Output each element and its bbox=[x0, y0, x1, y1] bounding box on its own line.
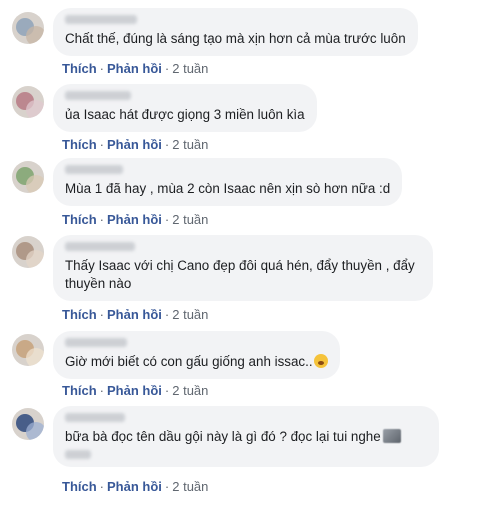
like-link[interactable]: Thích bbox=[62, 479, 97, 494]
reply-link[interactable]: Phản hồi bbox=[107, 383, 162, 398]
avatar[interactable] bbox=[12, 408, 44, 440]
separator-dot: · bbox=[164, 383, 170, 398]
grimace-emoji-icon bbox=[313, 354, 328, 368]
separator-dot: · bbox=[99, 383, 105, 398]
commenter-name-redacted[interactable] bbox=[65, 413, 125, 422]
comment-text-content: Giờ mới biết có con gấu giống anh issac.… bbox=[65, 354, 313, 369]
avatar-shape bbox=[26, 348, 44, 366]
avatar-shape bbox=[26, 100, 44, 118]
redacted-text bbox=[65, 450, 91, 459]
comment-text: bữa bà đọc tên dầu gội này là gì đó ? đọ… bbox=[65, 428, 427, 446]
avatar-shape bbox=[26, 422, 44, 440]
reply-link[interactable]: Phản hồi bbox=[107, 61, 162, 76]
separator-dot: · bbox=[164, 479, 170, 494]
avatar-shape bbox=[26, 175, 44, 193]
comment-timestamp[interactable]: 2 tuần bbox=[172, 383, 208, 398]
separator-dot: · bbox=[99, 61, 105, 76]
separator-dot: · bbox=[99, 137, 105, 152]
comment-bubble: Mùa 1 đã hay , mùa 2 còn Isaac nên xịn s… bbox=[53, 158, 403, 206]
avatar-shape bbox=[26, 250, 44, 268]
comment-timestamp[interactable]: 2 tuần bbox=[172, 212, 208, 227]
commenter-name-redacted[interactable] bbox=[65, 338, 127, 347]
separator-dot: · bbox=[99, 212, 105, 227]
like-link[interactable]: Thích bbox=[62, 383, 97, 398]
comment-text: Mùa 1 đã hay , mùa 2 còn Isaac nên xịn s… bbox=[65, 181, 391, 196]
avatar[interactable] bbox=[12, 86, 44, 118]
avatar[interactable] bbox=[12, 236, 44, 268]
reply-link[interactable]: Phản hồi bbox=[107, 137, 162, 152]
comment-bubble: bữa bà đọc tên dầu gội này là gì đó ? đọ… bbox=[53, 406, 439, 467]
separator-dot: · bbox=[99, 307, 105, 322]
separator-dot: · bbox=[164, 137, 170, 152]
reply-link[interactable]: Phản hồi bbox=[107, 307, 162, 322]
comment-actions: Thích · Phản hồi · 2 tuần bbox=[62, 383, 208, 399]
commenter-name-redacted[interactable] bbox=[65, 242, 135, 251]
comment-bubble: ủa Isaac hát được giọng 3 miền luôn kìa bbox=[53, 84, 317, 132]
comment-text-content: bữa bà đọc tên dầu gội này là gì đó ? đọ… bbox=[65, 429, 381, 444]
separator-dot: · bbox=[99, 479, 105, 494]
like-link[interactable]: Thích bbox=[62, 61, 97, 76]
commenter-name-redacted[interactable] bbox=[65, 91, 131, 100]
comment-timestamp[interactable]: 2 tuần bbox=[172, 61, 208, 76]
reply-link[interactable]: Phản hồi bbox=[107, 212, 162, 227]
comment-actions: Thích · Phản hồi · 2 tuần bbox=[62, 137, 208, 153]
avatar[interactable] bbox=[12, 334, 44, 366]
like-link[interactable]: Thích bbox=[62, 307, 97, 322]
comment-bubble: Giờ mới biết có con gấu giống anh issac.… bbox=[53, 331, 340, 379]
comment-timestamp[interactable]: 2 tuần bbox=[172, 137, 208, 152]
avatar[interactable] bbox=[12, 12, 44, 44]
like-link[interactable]: Thích bbox=[62, 137, 97, 152]
comment-text: Thấy Isaac với chị Cano đẹp đôi quá hén,… bbox=[65, 258, 415, 291]
comment-bubble: Thấy Isaac với chị Cano đẹp đôi quá hén,… bbox=[53, 235, 433, 301]
sticker-image-icon bbox=[382, 429, 401, 443]
commenter-name-redacted[interactable] bbox=[65, 15, 137, 24]
separator-dot: · bbox=[164, 61, 170, 76]
separator-dot: · bbox=[164, 212, 170, 227]
avatar[interactable] bbox=[12, 161, 44, 193]
comment-actions: Thích · Phản hồi · 2 tuần bbox=[62, 307, 208, 323]
like-link[interactable]: Thích bbox=[62, 212, 97, 227]
comment-actions: Thích · Phản hồi · 2 tuần bbox=[62, 212, 208, 228]
comment-actions: Thích · Phản hồi · 2 tuần bbox=[62, 61, 208, 77]
comment-timestamp[interactable]: 2 tuần bbox=[172, 479, 208, 494]
comment-text: Giờ mới biết có con gấu giống anh issac.… bbox=[65, 353, 328, 371]
comment-bubble: Chất thế, đúng là sáng tạo mà xịn hơn cả… bbox=[53, 8, 418, 56]
comment-text: ủa Isaac hát được giọng 3 miền luôn kìa bbox=[65, 107, 305, 122]
commenter-name-redacted[interactable] bbox=[65, 165, 123, 174]
separator-dot: · bbox=[164, 307, 170, 322]
comment-actions: Thích · Phản hồi · 2 tuần bbox=[62, 479, 208, 495]
reply-link[interactable]: Phản hồi bbox=[107, 479, 162, 494]
comment-timestamp[interactable]: 2 tuần bbox=[172, 307, 208, 322]
avatar-shape bbox=[26, 26, 44, 44]
comment-text: Chất thế, đúng là sáng tạo mà xịn hơn cả… bbox=[65, 31, 406, 46]
